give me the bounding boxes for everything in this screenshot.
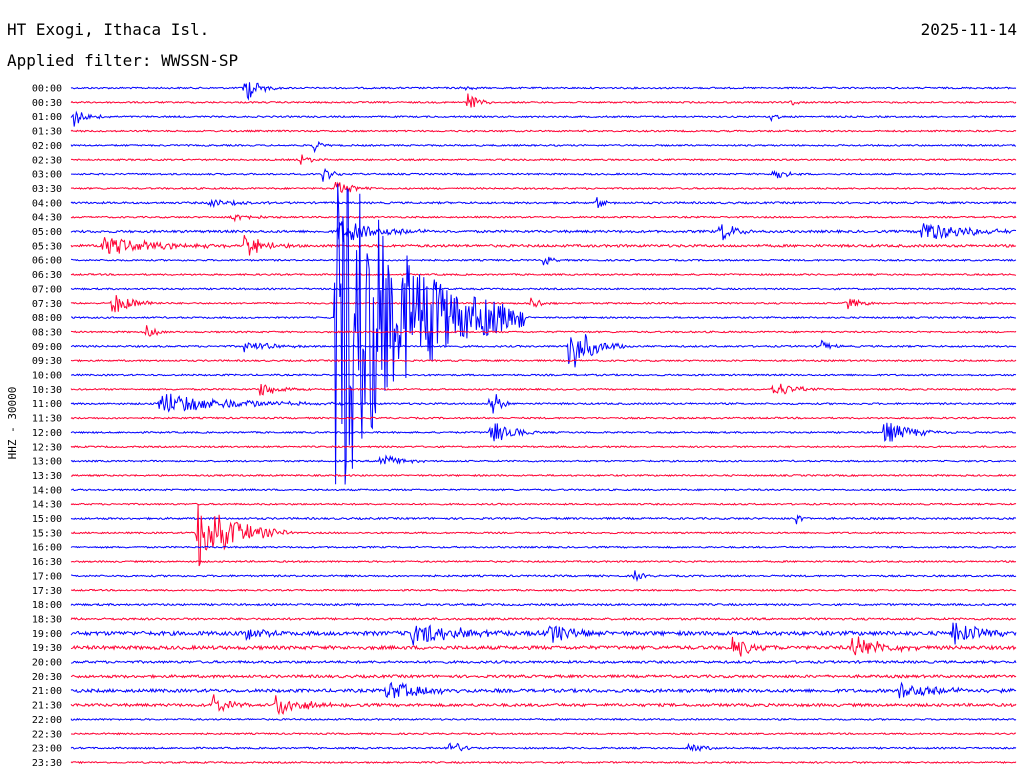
time-label: 09:30 [32,356,62,367]
trace-line [70,622,1017,646]
trace-line [70,616,1017,621]
time-label: 14:30 [32,500,62,511]
trace-line [70,383,1017,396]
trace-line [71,588,1017,592]
trace-line [70,93,1017,108]
trace-line [70,359,1017,363]
time-label: 08:00 [32,313,62,324]
trace-line [70,197,1017,209]
trace-line [70,140,1017,154]
time-label: 19:00 [32,629,62,640]
time-label: 20:30 [32,672,62,683]
time-label: 18:00 [32,600,62,611]
time-label: 06:30 [32,270,62,281]
trace-line [70,636,1017,657]
time-label: 02:30 [32,155,62,166]
trace-line [70,717,1017,722]
time-label: 01:00 [32,112,62,123]
time-label: 07:00 [32,284,62,295]
time-label-group: 00:00 00:30 01:00 01:30 02:00 02:30 03:00 03:30… [32,84,62,769]
time-label: 14:00 [32,485,62,496]
time-label: 17:30 [32,586,62,597]
time-label: 12:30 [32,442,62,453]
trace-line [71,183,1016,485]
trace-line [70,221,1017,242]
time-label: 00:30 [32,98,62,109]
time-label: 07:30 [32,299,62,310]
trace-line [70,272,1017,277]
trace-line [70,681,1017,699]
time-label: 03:30 [32,184,62,195]
time-label: 08:30 [32,327,62,338]
time-label: 00:00 [32,84,62,95]
trace-line [70,110,1017,127]
trace-line [70,502,1017,506]
time-label: 11:00 [32,399,62,410]
time-label: 09:00 [32,342,62,353]
trace-line [70,760,1017,765]
time-label: 16:30 [32,557,62,568]
trace-line [70,694,1017,716]
time-label: 13:30 [32,471,62,482]
trace-line [70,235,1017,256]
trace-line [70,488,1017,492]
trace-line [70,659,1017,665]
time-label: 04:00 [32,198,62,209]
trace-line [70,393,1017,414]
trace-line [70,154,1017,165]
time-label: 11:30 [32,414,62,425]
time-label: 04:30 [32,213,62,224]
time-label: 02:00 [32,141,62,152]
trace-line [70,570,1017,583]
trace-line [70,742,1017,753]
trace-line [70,295,1017,313]
trace-line [71,167,1017,182]
time-label: 23:30 [32,758,62,769]
time-label: 10:00 [32,371,62,382]
trace-line [70,514,1017,525]
time-label: 21:30 [32,701,62,712]
time-label: 19:30 [32,643,62,654]
axis-label: HHZ - 30000 [6,387,19,460]
trace-line [71,504,1017,567]
trace-group [70,82,1017,765]
trace-line [70,454,1017,466]
time-label: 20:00 [32,658,62,669]
trace-line [70,673,1017,679]
time-label: 10:30 [32,385,62,396]
trace-line [70,82,1017,101]
time-label: 03:00 [32,170,62,181]
time-label: 21:00 [32,686,62,697]
time-label: 13:00 [32,457,62,468]
trace-line [70,373,1017,377]
time-label: 15:00 [32,514,62,525]
trace-line [71,732,1017,736]
trace-line [71,256,1017,266]
trace-line [70,559,1017,564]
trace-line [70,602,1017,607]
time-label: 16:00 [32,543,62,554]
trace-line [70,287,1017,291]
trace-line [70,129,1017,133]
trace-line [70,325,1017,337]
time-label: 15:30 [32,528,62,539]
trace-line [70,473,1017,478]
trace-line [70,181,1017,194]
time-label: 22:00 [32,715,62,726]
trace-line [70,445,1017,449]
trace-line [70,334,1017,368]
trace-line [70,422,1017,442]
time-label: 12:00 [32,428,62,439]
time-label: 06:00 [32,256,62,267]
trace-line [70,416,1017,420]
time-label: 05:00 [32,227,62,238]
time-label: 17:00 [32,571,62,582]
time-label: 01:30 [32,127,62,138]
helicorder-plot: 00:00 00:30 01:00 01:30 02:00 02:30 03:00 03:30… [6,82,1017,769]
time-label: 22:30 [32,729,62,740]
time-label: 18:30 [32,614,62,625]
trace-line [70,214,1017,223]
time-label: 05:30 [32,241,62,252]
time-label: 23:00 [32,744,62,755]
